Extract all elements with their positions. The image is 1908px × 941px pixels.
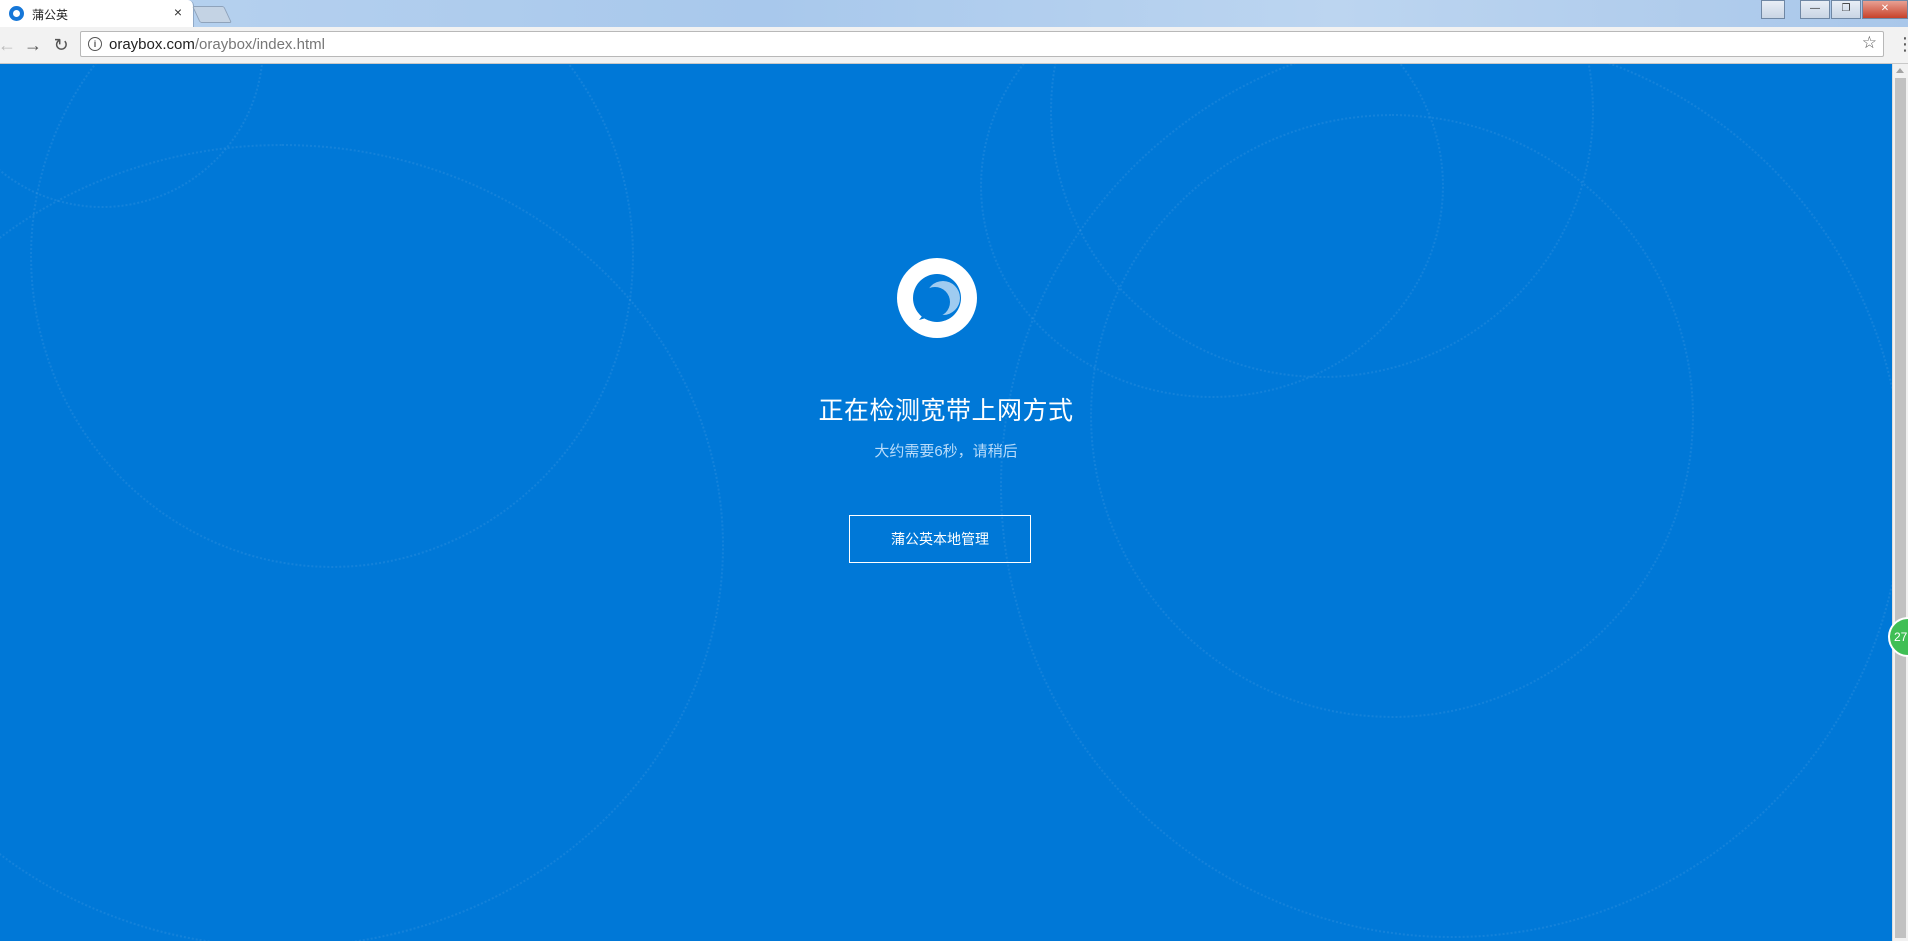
- browser-menu-icon[interactable]: ⋮: [1896, 35, 1908, 55]
- reload-icon[interactable]: ↻: [50, 34, 72, 56]
- profile-button[interactable]: [1761, 0, 1785, 19]
- url-path: /oraybox/index.html: [194, 36, 325, 53]
- bg-decor-circle: [1000, 64, 1892, 938]
- window-controls: — ❐ ✕: [1760, 0, 1908, 20]
- forward-arrow-icon[interactable]: →: [22, 34, 44, 56]
- back-arrow-icon[interactable]: ←: [0, 34, 18, 56]
- page-viewport: 正在检测宽带上网方式 大约需要6秒，请稍后 蒲公英本地管理: [0, 64, 1892, 941]
- restore-button[interactable]: ❐: [1831, 0, 1861, 19]
- url-host: oraybox.com: [109, 36, 195, 53]
- new-tab-button[interactable]: [192, 6, 232, 23]
- close-window-button[interactable]: ✕: [1862, 0, 1908, 19]
- vertical-scrollbar[interactable]: [1892, 64, 1908, 941]
- pgy-favicon-icon: [9, 6, 24, 21]
- site-info-icon[interactable]: i: [88, 37, 102, 51]
- minimize-button[interactable]: —: [1800, 0, 1830, 19]
- detection-headline: 正在检测宽带上网方式: [818, 397, 1074, 425]
- tab-close-icon[interactable]: ×: [170, 4, 186, 20]
- local-manage-button[interactable]: 蒲公英本地管理: [849, 515, 1031, 563]
- scroll-thumb[interactable]: [1895, 78, 1906, 938]
- tab-title: 蒲公英: [32, 8, 69, 22]
- browser-toolbar: ← → ↻ i oraybox.com/oraybox/index.html ☆…: [0, 27, 1908, 64]
- pgy-logo-icon: [897, 258, 977, 338]
- bookmark-star-icon[interactable]: ☆: [1862, 33, 1877, 53]
- address-bar[interactable]: i oraybox.com/oraybox/index.html ☆: [80, 31, 1884, 57]
- detection-subline: 大约需要6秒，请稍后: [874, 443, 1018, 460]
- url-text[interactable]: oraybox.com/oraybox/index.html: [109, 36, 325, 53]
- scroll-up-arrow-icon[interactable]: [1896, 68, 1904, 73]
- tab-strip: 蒲公英 × — ❐ ✕: [0, 0, 1908, 27]
- browser-tab-active[interactable]: 蒲公英 ×: [0, 0, 194, 27]
